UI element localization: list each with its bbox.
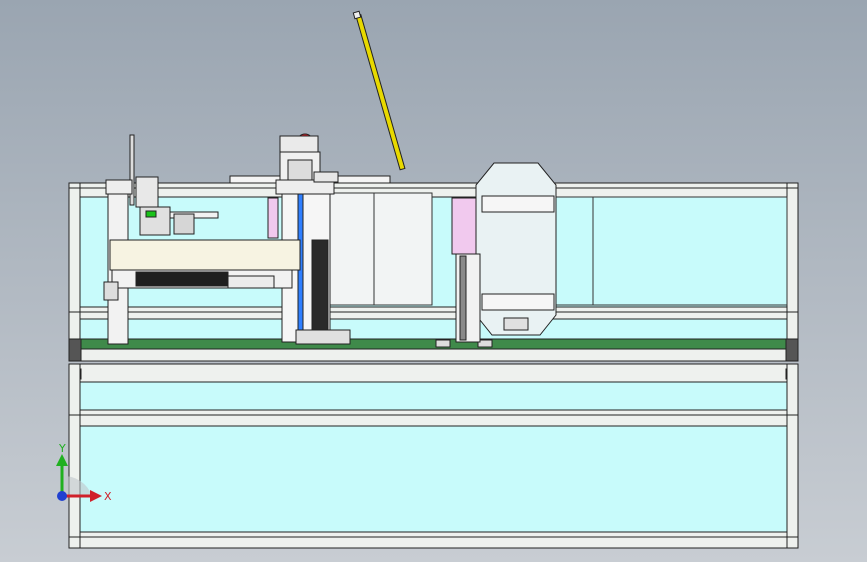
machine-drawing: Y X — [0, 0, 867, 562]
cad-viewport[interactable]: Y X — [0, 0, 867, 562]
x-axis-label: X — [104, 490, 112, 503]
upper-frame-top-beam — [68, 182, 799, 198]
z-axis-dot — [57, 491, 67, 501]
upper-frame-right-post — [786, 182, 799, 349]
lower-frame — [68, 363, 799, 549]
upper-frame-mid-beam — [68, 306, 799, 320]
upper-glass-lower-strip — [79, 318, 788, 340]
upper-frame-left-post — [68, 182, 81, 349]
horizontal-carriage — [109, 239, 301, 271]
y-axis-label: Y — [58, 442, 66, 455]
conveyor-rail — [68, 338, 799, 362]
